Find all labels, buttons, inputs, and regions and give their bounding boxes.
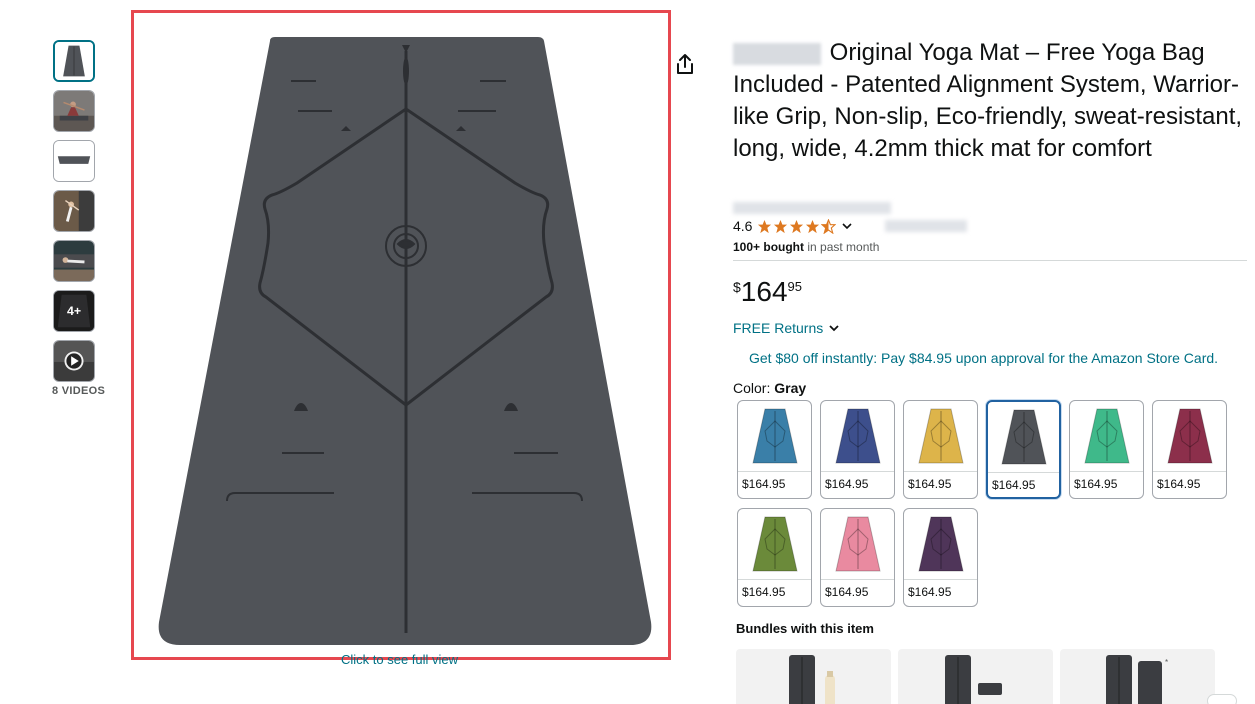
price-whole: 164 <box>740 276 788 307</box>
swatch-divider <box>1070 471 1143 472</box>
thumbnail-lifestyle-1[interactable] <box>53 90 95 132</box>
videos-count-label: 8 VIDEOS <box>52 385 106 397</box>
svg-text:*: * <box>1165 658 1168 667</box>
swatch-price: $164.95 <box>1157 477 1201 491</box>
swatch-image <box>988 402 1059 472</box>
ratings-count-redacted[interactable] <box>885 220 968 232</box>
swatch-divider <box>738 579 811 580</box>
scroll-handle[interactable] <box>1207 694 1237 704</box>
bundles-title: Bundles with this item <box>736 621 874 636</box>
thumbnail-lifestyle-2[interactable] <box>53 190 95 232</box>
product-title: Original Yoga Mat – Free Yoga Bag Includ… <box>733 37 1248 165</box>
swatch-price: $164.95 <box>992 478 1036 492</box>
color-swatch-pink[interactable]: $164.95 <box>820 508 895 607</box>
swatch-image <box>1153 401 1226 471</box>
bought-count: 100+ bought <box>733 240 805 254</box>
color-swatch-olive[interactable]: $164.95 <box>737 508 812 607</box>
star-full-icon <box>774 219 788 233</box>
main-product-image[interactable] <box>131 10 671 660</box>
free-returns-label: FREE Returns <box>733 320 824 336</box>
bundle-item-2[interactable] <box>898 649 1053 704</box>
thumbnail-mat-top[interactable] <box>53 40 95 82</box>
swatch-image <box>904 509 977 579</box>
swatch-image <box>904 401 977 471</box>
rating-value: 4.6 <box>733 218 753 234</box>
thumbnail-more-label: 4+ <box>67 304 81 318</box>
color-swatch-green[interactable]: $164.95 <box>1069 400 1144 499</box>
store-card-offer-link[interactable]: Get $80 off instantly: Pay $84.95 upon a… <box>749 350 1218 366</box>
swatch-divider <box>821 471 894 472</box>
color-label-prefix: Color: <box>733 380 775 396</box>
rating-row: 4.6 <box>733 217 968 235</box>
yoga-mat-image <box>158 37 652 645</box>
store-link-redacted[interactable] <box>733 202 891 214</box>
price-fraction: 95 <box>787 279 802 294</box>
swatch-divider <box>1153 471 1226 472</box>
bundle-item-3[interactable]: * <box>1060 649 1215 704</box>
swatch-image <box>1070 401 1143 471</box>
color-swatch-gray[interactable]: $164.95 <box>986 400 1061 499</box>
swatch-divider <box>988 472 1059 473</box>
swatch-divider <box>821 579 894 580</box>
swatch-image <box>738 509 811 579</box>
swatch-price: $164.95 <box>742 585 786 599</box>
star-half-icon <box>821 218 837 234</box>
rating-stars[interactable] <box>757 218 837 234</box>
star-full-icon <box>758 219 772 233</box>
color-swatch-navy[interactable]: $164.95 <box>820 400 895 499</box>
thumbnail-more[interactable]: 4+ <box>53 290 95 332</box>
swatch-divider <box>738 471 811 472</box>
swatch-divider <box>904 471 977 472</box>
color-swatch-purple[interactable]: $164.95 <box>903 508 978 607</box>
color-swatch-mustard[interactable]: $164.95 <box>903 400 978 499</box>
swatch-image <box>821 401 894 471</box>
swatch-price: $164.95 <box>1074 477 1118 491</box>
thumbnail-mat-side[interactable] <box>53 140 95 182</box>
price: $ 164 95 <box>733 275 802 309</box>
swatch-price: $164.95 <box>825 585 869 599</box>
swatch-price: $164.95 <box>742 477 786 491</box>
chevron-down-icon[interactable] <box>841 220 853 232</box>
bundle-item-1[interactable] <box>736 649 891 704</box>
selected-color: Gray <box>774 380 807 396</box>
star-full-icon <box>806 219 820 233</box>
chevron-down-icon <box>829 325 839 332</box>
bought-in-past-month: 100+ bought in past month <box>733 240 879 254</box>
share-icon[interactable] <box>674 52 696 76</box>
thumbnail-lifestyle-3[interactable] <box>53 240 95 282</box>
divider <box>733 260 1247 261</box>
color-label: Color: Gray <box>733 380 806 396</box>
full-view-link[interactable]: Click to see full view <box>341 652 458 667</box>
price-symbol: $ <box>733 279 741 295</box>
color-swatch-burgundy[interactable]: $164.95 <box>1152 400 1227 499</box>
swatch-image <box>738 401 811 471</box>
swatch-price: $164.95 <box>825 477 869 491</box>
swatch-image <box>821 509 894 579</box>
swatch-divider <box>904 579 977 580</box>
bought-suffix: in past month <box>804 240 880 254</box>
thumbnail-video[interactable] <box>53 340 95 382</box>
swatch-price: $164.95 <box>908 477 952 491</box>
star-full-icon <box>790 219 804 233</box>
free-returns-link[interactable]: FREE Returns <box>733 320 840 336</box>
swatch-price: $164.95 <box>908 585 952 599</box>
brand-name-redacted <box>733 42 821 65</box>
color-swatch-blue[interactable]: $164.95 <box>737 400 812 499</box>
